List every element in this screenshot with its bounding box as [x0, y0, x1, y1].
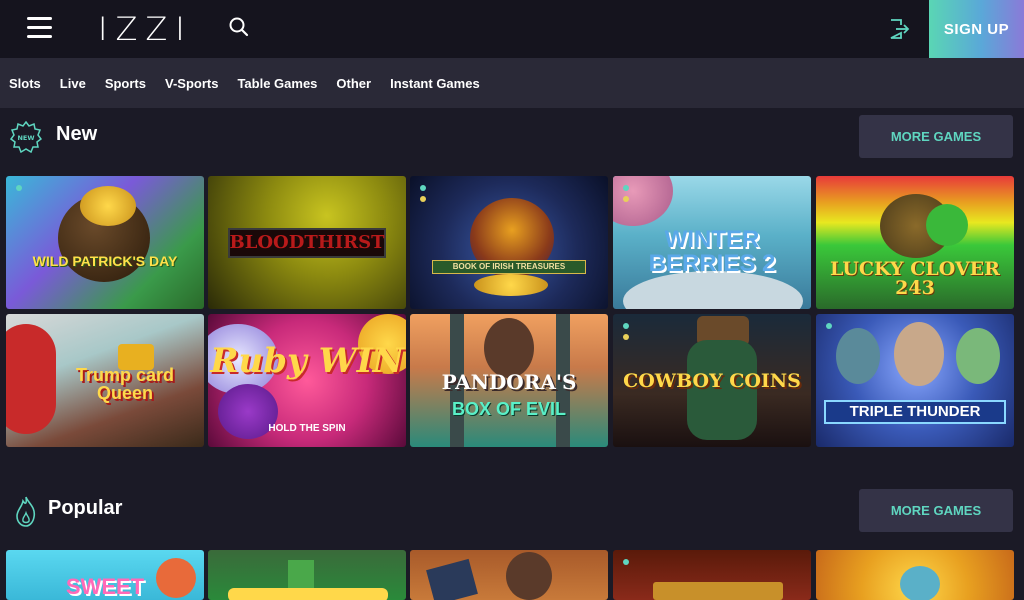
flame-icon [10, 495, 42, 527]
more-games-button-new[interactable]: MORE GAMES [859, 115, 1013, 158]
game-title: WINTER BERRIES 2 [648, 226, 776, 277]
svg-text:NEW: NEW [17, 134, 34, 142]
section-popular-header: Popular MORE GAMES [0, 489, 1024, 533]
nav-item-instant-games[interactable]: Instant Games [390, 76, 480, 91]
game-subtitle: HOLD THE SPIN [268, 423, 346, 434]
brand-logo[interactable]: IZZI [98, 10, 193, 48]
nav-item-sports[interactable]: Sports [105, 76, 146, 91]
game-title: Ruby WIN [210, 341, 404, 381]
nav-item-slots[interactable]: Slots [9, 76, 41, 91]
signup-button[interactable]: SIGN UP [929, 0, 1024, 58]
new-badge-icon: NEW [9, 120, 43, 154]
game-title: TRIPLE THUNDER [849, 403, 981, 420]
section-new-header: NEW New MORE GAMES [0, 115, 1024, 159]
game-title: PANDORA'S [441, 370, 577, 394]
game-tile-popular-4[interactable] [613, 550, 811, 600]
menu-icon[interactable] [27, 17, 52, 39]
game-tile-triple-thunder[interactable]: TRIPLE THUNDER [816, 314, 1014, 447]
game-tile-trump-card-queen[interactable]: Trump card Queen [6, 314, 204, 447]
game-tile-wild-patricks-day[interactable]: WILD PATRICK'S DAY [6, 176, 204, 309]
game-tile-bloodthirst[interactable]: BLOODTHIRST [208, 176, 406, 309]
category-nav: Slots Live Sports V-Sports Table Games O… [0, 58, 1024, 108]
game-title: COWBOY COINS [623, 370, 801, 392]
game-tile-pandoras-box-of-evil[interactable]: PANDORA'S BOX OF EVIL [410, 314, 608, 447]
game-tile-lucky-clover-243[interactable]: LUCKY CLOVER 243 [816, 176, 1014, 309]
search-icon[interactable] [228, 16, 250, 38]
nav-item-live[interactable]: Live [60, 76, 86, 91]
game-tile-ruby-win[interactable]: Ruby WIN HOLD THE SPIN [208, 314, 406, 447]
game-tile-cowboy-coins[interactable]: COWBOY COINS [613, 314, 811, 447]
game-title: BOOK OF IRISH TREASURES [452, 262, 566, 271]
game-tile-book-of-irish-treasures[interactable]: BOOK OF IRISH TREASURES [410, 176, 608, 309]
game-subtitle: BOX OF EVIL [451, 399, 566, 419]
top-header: IZZI SIGN UP [0, 0, 1024, 58]
game-tile-popular-3[interactable] [410, 550, 608, 600]
more-games-button-popular[interactable]: MORE GAMES [859, 489, 1013, 532]
game-title: BLOODTHIRST [229, 232, 385, 253]
nav-item-table-games[interactable]: Table Games [237, 76, 317, 91]
game-tile-popular-5[interactable] [816, 550, 1014, 600]
nav-item-v-sports[interactable]: V-Sports [165, 76, 218, 91]
game-title: WILD PATRICK'S DAY [32, 253, 178, 269]
game-tile-winter-berries-2[interactable]: WINTER BERRIES 2 [613, 176, 811, 309]
game-tile-sweet[interactable]: SWEET [6, 550, 204, 600]
section-title-new: New [56, 123, 98, 145]
game-title: LUCKY CLOVER 243 [830, 258, 1000, 299]
game-title: Trump card Queen [75, 365, 175, 403]
game-tile-popular-2[interactable] [208, 550, 406, 600]
nav-item-other[interactable]: Other [336, 76, 371, 91]
section-title-popular: Popular [48, 497, 123, 519]
game-title: SWEET [65, 574, 145, 599]
login-icon[interactable] [887, 17, 911, 41]
